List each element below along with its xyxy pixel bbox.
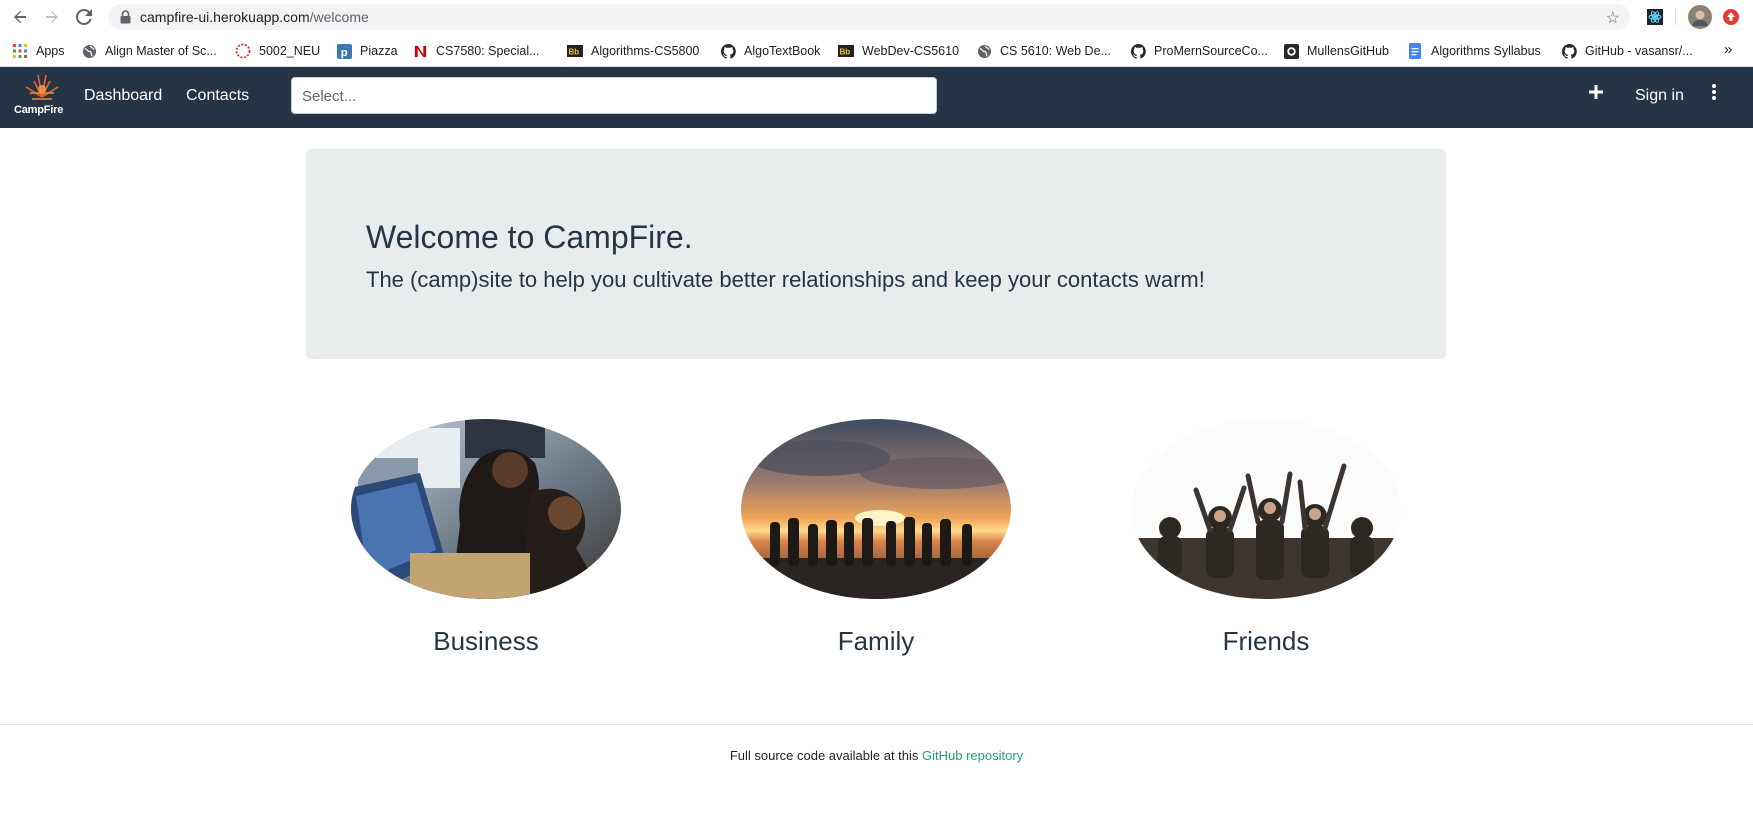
blackboard-icon: Bb xyxy=(838,43,854,59)
url-text: campfire-ui.herokuapp.com/welcome xyxy=(140,9,369,25)
bookmark-label: 5002_NEU xyxy=(259,44,321,58)
browser-toolbar: campfire-ui.herokuapp.com/welcome ☆ xyxy=(0,0,1753,34)
lock-icon xyxy=(120,10,131,29)
friends-photo xyxy=(1131,419,1401,599)
bookmarks-overflow-button[interactable]: » xyxy=(1724,39,1732,59)
github-repository-link[interactable]: GitHub repository xyxy=(922,748,1023,763)
apps-grid-icon xyxy=(12,43,28,59)
contact-search-select[interactable]: Select... xyxy=(291,77,937,114)
github-icon xyxy=(1561,43,1577,59)
bookmark-webdev-cs5610[interactable]: Bb WebDev-CS5610 xyxy=(838,41,959,61)
nav-contacts-link[interactable]: Contacts xyxy=(186,87,249,105)
globe-icon xyxy=(976,43,992,59)
footer-text: Full source code available at this xyxy=(729,748,923,763)
category-card-business[interactable]: Business xyxy=(350,418,622,657)
url-path: /welcome xyxy=(309,9,369,25)
business-photo xyxy=(351,419,621,599)
svg-text:Bb: Bb xyxy=(569,48,580,57)
bookmark-apps[interactable]: Apps xyxy=(12,41,65,61)
extension-icon[interactable] xyxy=(1721,7,1741,27)
bookmark-mullensgithub[interactable]: MullensGitHub xyxy=(1283,41,1389,61)
bookmark-label: Algorithms Syllabus xyxy=(1431,44,1541,58)
sign-in-button[interactable]: Sign in xyxy=(1635,87,1684,105)
github-icon xyxy=(720,43,736,59)
add-plus-icon[interactable] xyxy=(1588,84,1604,105)
northeastern-icon xyxy=(412,43,428,59)
forward-arrow-icon[interactable] xyxy=(41,6,63,28)
bookmark-algotextbook[interactable]: AlgoTextBook xyxy=(720,41,820,61)
address-bar[interactable]: campfire-ui.herokuapp.com/welcome ☆ xyxy=(108,4,1630,30)
back-arrow-icon[interactable] xyxy=(9,6,31,28)
svg-text:p: p xyxy=(340,47,347,59)
bookmark-label: ProMernSourceCo... xyxy=(1154,44,1268,58)
profile-avatar[interactable] xyxy=(1688,5,1712,29)
bookmark-label: Align Master of Sc... xyxy=(105,44,217,58)
welcome-title: Welcome to CampFire. xyxy=(366,219,693,255)
bookmark-cs7580[interactable]: CS7580: Special... xyxy=(412,41,540,61)
bookmark-algorithms-syllabus[interactable]: Algorithms Syllabus xyxy=(1407,41,1541,61)
bookmark-star-icon[interactable]: ☆ xyxy=(1606,8,1620,28)
nav-dashboard-link[interactable]: Dashboard xyxy=(84,87,162,105)
bookmark-label: CS7580: Special... xyxy=(436,44,540,58)
category-label: Friends xyxy=(1222,626,1310,656)
bookmark-algorithms-cs5800[interactable]: Bb Algorithms-CS5800 xyxy=(567,41,699,61)
bookmarks-bar: Apps Align Master of Sc... 5002_NEU p Pi… xyxy=(0,34,1753,67)
bookmark-label: WebDev-CS5610 xyxy=(862,44,960,58)
piazza-icon: p xyxy=(336,43,352,59)
reload-icon[interactable] xyxy=(73,6,95,28)
bookmark-label: AlgoTextBook xyxy=(744,44,821,58)
github-icon xyxy=(1130,43,1146,59)
bookmark-label: Algorithms-CS5800 xyxy=(591,44,700,58)
category-card-friends[interactable]: Friends xyxy=(1130,418,1402,657)
campfire-logo[interactable]: CampFire xyxy=(12,73,72,121)
bookmark-label: GitHub - vasansr/... xyxy=(1585,44,1693,58)
brand-name: CampFire xyxy=(14,104,64,116)
welcome-subtitle: The (camp)site to help you cultivate bet… xyxy=(366,267,1205,292)
react-devtools-icon[interactable] xyxy=(1645,7,1665,27)
bookmark-label: Apps xyxy=(36,44,65,58)
bookmark-promernsource[interactable]: ProMernSourceCo... xyxy=(1130,41,1268,61)
bookmark-piazza[interactable]: p Piazza xyxy=(336,41,398,61)
kebab-menu-icon[interactable] xyxy=(1710,83,1718,106)
category-label: Business xyxy=(433,626,539,656)
bookmark-github-vasansr[interactable]: GitHub - vasansr/... xyxy=(1561,41,1693,61)
campfire-flame-icon xyxy=(25,74,59,100)
github-icon xyxy=(1283,43,1299,59)
google-docs-icon xyxy=(1407,43,1423,59)
dotted-circle-icon xyxy=(235,43,251,59)
bookmark-align[interactable]: Align Master of Sc... xyxy=(81,41,217,61)
welcome-jumbotron: Welcome to CampFire. The (camp)site to h… xyxy=(306,149,1446,359)
category-label: Family xyxy=(837,626,915,656)
url-host: campfire-ui.herokuapp.com xyxy=(140,9,310,25)
page-footer: Full source code available at this GitHu… xyxy=(0,748,1753,763)
svg-text:Bb: Bb xyxy=(840,48,851,57)
toolbar-divider xyxy=(1675,9,1676,25)
family-photo xyxy=(741,419,1011,599)
bookmark-label: CS 5610: Web De... xyxy=(1000,44,1111,58)
category-card-family[interactable]: Family xyxy=(740,418,1012,657)
select-placeholder: Select... xyxy=(302,88,357,105)
bookmark-cs5610-web[interactable]: CS 5610: Web De... xyxy=(976,41,1111,61)
bookmark-label: MullensGitHub xyxy=(1307,44,1389,58)
bookmark-label: Piazza xyxy=(360,44,398,58)
bookmark-5002-neu[interactable]: 5002_NEU xyxy=(235,41,320,61)
blackboard-icon: Bb xyxy=(567,43,583,59)
app-navbar: CampFire Dashboard Contacts Select... Si… xyxy=(0,67,1753,128)
globe-icon xyxy=(81,43,97,59)
footer-divider xyxy=(0,724,1753,725)
